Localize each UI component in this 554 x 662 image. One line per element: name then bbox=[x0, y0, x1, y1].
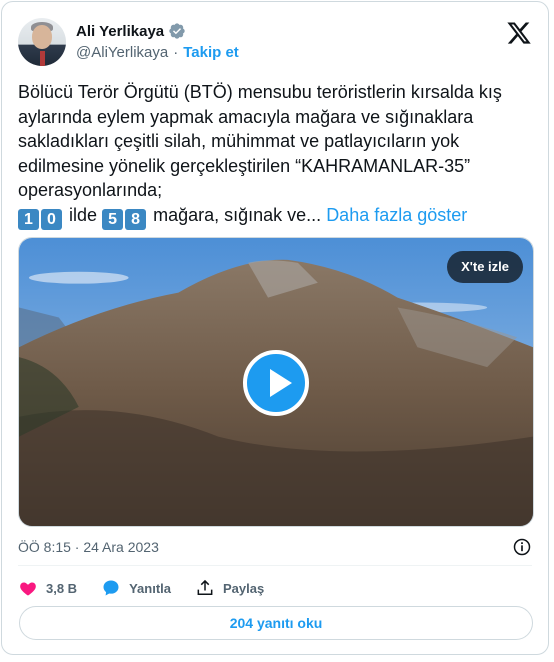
verified-badge-icon bbox=[169, 23, 185, 39]
tweet-card: Ali Yerlikaya @AliYerlikaya · Takip et B… bbox=[1, 1, 549, 655]
play-icon[interactable] bbox=[243, 350, 309, 416]
timestamp[interactable]: ÖÖ 8:15 · 24 Ara 2023 bbox=[18, 539, 159, 555]
tweet-tail: mağara, sığınak ve... bbox=[153, 204, 322, 225]
share-button[interactable]: Paylaş bbox=[195, 578, 264, 598]
x-logo-icon[interactable] bbox=[506, 20, 532, 46]
keycap-emoji: 1 bbox=[18, 208, 39, 230]
tweet-word: ilde bbox=[69, 204, 98, 225]
tweet-body: Bölücü Terör Örgütü (BTÖ) mensubu teröri… bbox=[18, 82, 502, 200]
tweet-text: Bölücü Terör Örgütü (BTÖ) mensubu teröri… bbox=[18, 80, 534, 230]
tweet-header: Ali Yerlikaya @AliYerlikaya · Takip et bbox=[18, 18, 532, 70]
keycap-emoji: 8 bbox=[125, 208, 147, 230]
author-name-row: Ali Yerlikaya bbox=[76, 22, 186, 40]
follow-button[interactable]: Takip et bbox=[183, 44, 239, 61]
video-player[interactable]: X'te izle bbox=[18, 237, 534, 527]
share-icon bbox=[197, 579, 213, 595]
heart-icon bbox=[20, 582, 36, 596]
tweet-meta: ÖÖ 8:15 · 24 Ara 2023 bbox=[18, 537, 532, 557]
separator-dot: · bbox=[173, 44, 179, 61]
show-more-link[interactable]: Daha fazla göster bbox=[326, 205, 467, 225]
watch-on-x-button[interactable]: X'te izle bbox=[447, 251, 523, 283]
keycap-emoji: 0 bbox=[41, 208, 62, 230]
action-bar: 3,8 B Yanıtla Paylaş bbox=[18, 576, 288, 600]
read-replies-button[interactable]: 204 yanıtı oku bbox=[19, 606, 533, 640]
divider bbox=[18, 565, 532, 566]
author-handle[interactable]: @AliYerlikaya bbox=[76, 44, 168, 61]
avatar[interactable] bbox=[18, 18, 66, 66]
handle-row: @AliYerlikaya · Takip et bbox=[76, 44, 239, 61]
keycap-emoji: 5 bbox=[102, 208, 124, 230]
reply-button[interactable]: Yanıtla bbox=[101, 578, 171, 598]
reply-label: Yanıtla bbox=[129, 580, 171, 596]
info-icon[interactable] bbox=[512, 537, 532, 557]
like-count: 3,8 B bbox=[46, 580, 78, 596]
reply-icon bbox=[103, 580, 119, 596]
share-label: Paylaş bbox=[223, 580, 265, 596]
author-name[interactable]: Ali Yerlikaya bbox=[76, 23, 164, 40]
like-button[interactable]: 3,8 B bbox=[18, 578, 77, 598]
